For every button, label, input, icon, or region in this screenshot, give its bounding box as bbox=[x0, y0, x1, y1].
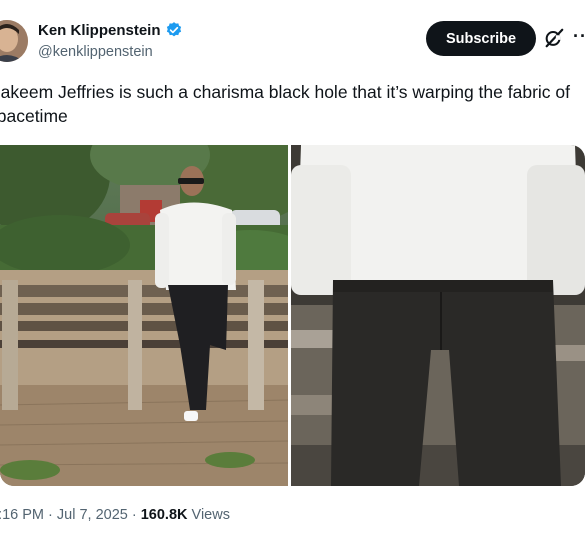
author-handle[interactable]: @kenklippenstein bbox=[38, 44, 153, 60]
verified-badge-icon bbox=[166, 22, 181, 37]
views-count: 160.8K bbox=[140, 507, 188, 523]
meta-separator: · bbox=[44, 507, 57, 523]
grok-icon[interactable] bbox=[543, 27, 565, 49]
avatar[interactable] bbox=[0, 20, 28, 62]
author-name-row: Ken Klippenstein bbox=[38, 21, 183, 39]
tweet-meta: 2:16 PM · Jul 7, 2025 · 160.8K Views bbox=[0, 507, 230, 523]
tweet-date[interactable]: Jul 7, 2025 bbox=[57, 507, 128, 523]
meta-separator-2: · bbox=[127, 507, 141, 523]
tweet-text: Hakeem Jeffries is such a charisma black… bbox=[0, 82, 570, 126]
tweet-photo-left[interactable] bbox=[0, 145, 288, 486]
more-icon[interactable]: ··· bbox=[573, 26, 585, 47]
tweet-time[interactable]: 2:16 PM bbox=[0, 507, 44, 523]
subscribe-button[interactable]: Subscribe bbox=[426, 21, 536, 56]
views-label: Views bbox=[187, 507, 230, 523]
tweet-photo-right[interactable] bbox=[291, 145, 585, 486]
author-name[interactable]: Ken Klippenstein bbox=[38, 22, 161, 39]
